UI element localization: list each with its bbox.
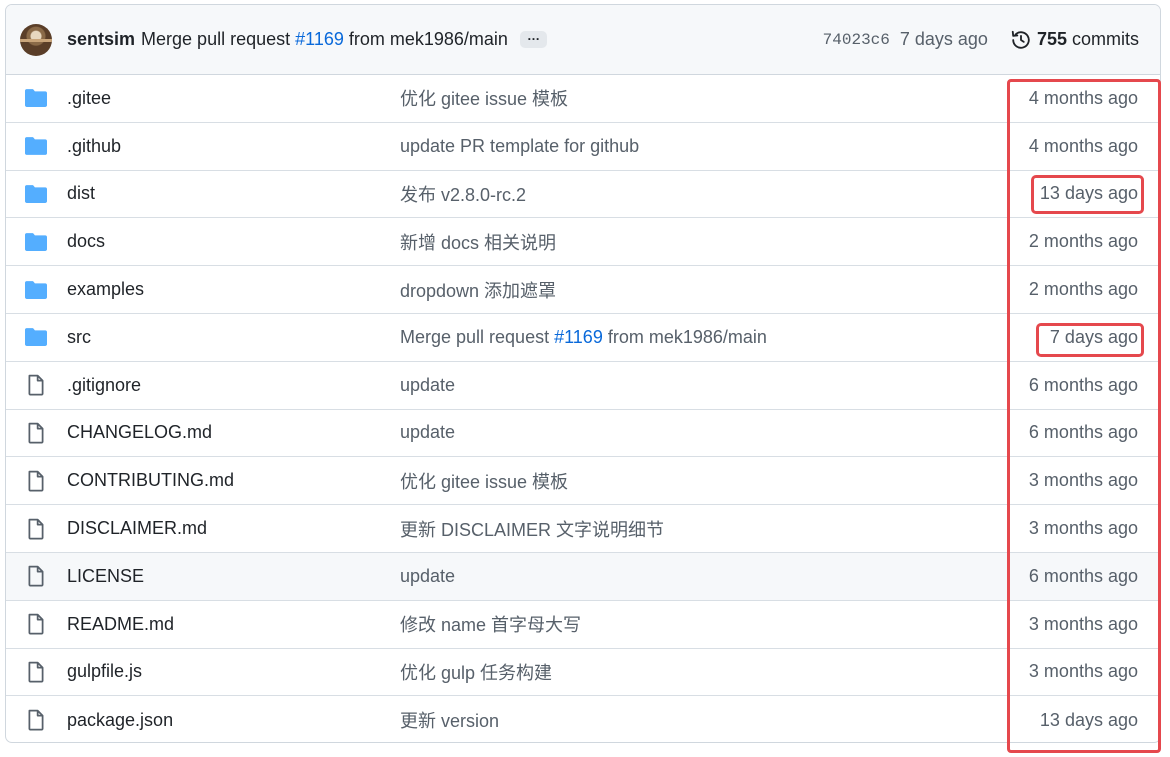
- file-row[interactable]: dist 发布 v2.8.0-rc.2 13 days ago: [6, 171, 1160, 219]
- commit-message-link[interactable]: 更新 version: [400, 707, 499, 733]
- file-name-link[interactable]: docs: [67, 231, 105, 252]
- folder-icon: [25, 326, 47, 348]
- commit-message-link[interactable]: 修改 name 首字母大写: [400, 611, 581, 637]
- commit-message-prefix[interactable]: Merge pull request: [141, 29, 290, 49]
- folder-icon: [25, 279, 47, 301]
- file-name-link[interactable]: CHANGELOG.md: [67, 422, 212, 443]
- file-list: .gitee 优化 gitee issue 模板 4 months ago .gith…: [6, 75, 1160, 742]
- commit-time: 7 days ago: [1049, 326, 1138, 347]
- commit-time: 6 months ago: [1028, 565, 1138, 586]
- commit-time: 3 months ago: [1028, 661, 1138, 682]
- commit-time: 4 months ago: [1028, 87, 1138, 108]
- file-row[interactable]: .gitignore update 6 months ago: [6, 362, 1160, 410]
- file-icon: [25, 518, 47, 540]
- commit-time: 4 months ago: [1028, 135, 1138, 156]
- commit-message-link[interactable]: update PR template for github: [400, 136, 639, 157]
- commit-message-prefix[interactable]: Merge pull request: [400, 327, 549, 347]
- file-icon: [25, 565, 47, 587]
- file-icon: [25, 709, 47, 731]
- file-row[interactable]: .github update PR template for github 4 mo…: [6, 123, 1160, 171]
- file-name-link[interactable]: .gitignore: [67, 375, 141, 396]
- file-name-link[interactable]: dist: [67, 183, 95, 204]
- pr-link[interactable]: #1169: [295, 29, 344, 49]
- file-name-link[interactable]: LICENSE: [67, 566, 144, 587]
- file-row[interactable]: README.md 修改 name 首字母大写 3 months ago: [6, 601, 1160, 649]
- file-row[interactable]: CHANGELOG.md update 6 months ago: [6, 410, 1160, 458]
- file-name-link[interactable]: src: [67, 327, 91, 348]
- commit-history-link[interactable]: 755 commits: [1010, 29, 1139, 51]
- commit-time: 13 days ago: [1039, 709, 1138, 730]
- commit-sha[interactable]: 74023c6: [823, 31, 890, 49]
- commit-message-link[interactable]: 新增 docs 相关说明: [400, 229, 556, 255]
- file-icon: [25, 374, 47, 396]
- commit-time: 6 months ago: [1028, 422, 1138, 443]
- commit-message-link[interactable]: Merge pull request #1169 from mek1986/ma…: [400, 327, 767, 348]
- folder-icon: [25, 87, 47, 109]
- commit-message[interactable]: Merge pull request #1169 from mek1986/ma…: [141, 29, 508, 50]
- commit-time: 3 months ago: [1028, 613, 1138, 634]
- file-name-link[interactable]: gulpfile.js: [67, 661, 142, 682]
- file-row[interactable]: examples dropdown 添加遮罩 2 months ago: [6, 266, 1160, 314]
- commit-message-link[interactable]: 更新 DISCLAIMER 文字说明细节: [400, 516, 664, 542]
- commit-message-link[interactable]: 优化 gulp 任务构建: [400, 659, 552, 685]
- commit-message-link[interactable]: 优化 gitee issue 模板: [400, 468, 568, 494]
- commit-count-label: commits: [1072, 29, 1139, 49]
- folder-icon: [25, 183, 47, 205]
- file-row[interactable]: package.json 更新 version 13 days ago: [6, 696, 1160, 742]
- commit-time: 6 months ago: [1028, 374, 1138, 395]
- commit-time: 3 months ago: [1028, 470, 1138, 491]
- commit-message-suffix[interactable]: from mek1986/main: [608, 327, 767, 347]
- commit-message-link[interactable]: 优化 gitee issue 模板: [400, 85, 568, 111]
- commit-message-link[interactable]: update: [400, 375, 455, 396]
- file-name-link[interactable]: .gitee: [67, 88, 111, 109]
- commit-time: 2 months ago: [1028, 231, 1138, 252]
- file-browser: sentsim Merge pull request #1169 from me…: [5, 4, 1161, 743]
- file-name-link[interactable]: CONTRIBUTING.md: [67, 470, 234, 491]
- commit-time: 13 days ago: [1039, 183, 1138, 204]
- file-name-link[interactable]: examples: [67, 279, 144, 300]
- file-name-link[interactable]: .github: [67, 136, 121, 157]
- history-icon: [1011, 30, 1030, 49]
- commit-time: 2 months ago: [1028, 279, 1138, 300]
- file-name-link[interactable]: README.md: [67, 614, 174, 635]
- folder-icon: [25, 231, 47, 253]
- file-name-link[interactable]: package.json: [67, 710, 173, 731]
- commit-message-link[interactable]: update: [400, 566, 455, 587]
- commit-message-suffix[interactable]: from mek1986/main: [349, 29, 508, 49]
- commit-message-link[interactable]: 发布 v2.8.0-rc.2: [400, 181, 526, 207]
- file-icon: [25, 613, 47, 635]
- commit-count: 755: [1036, 29, 1067, 49]
- file-icon: [25, 661, 47, 683]
- commit-author[interactable]: sentsim: [67, 29, 135, 50]
- latest-commit-bar: sentsim Merge pull request #1169 from me…: [6, 5, 1160, 75]
- folder-icon: [25, 135, 47, 157]
- commit-message-link[interactable]: update: [400, 422, 455, 443]
- avatar[interactable]: [20, 23, 52, 56]
- file-row[interactable]: gulpfile.js 优化 gulp 任务构建 3 months ago: [6, 649, 1160, 697]
- commit-time: 3 months ago: [1028, 518, 1138, 539]
- file-row[interactable]: DISCLAIMER.md 更新 DISCLAIMER 文字说明细节 3 month…: [6, 505, 1160, 553]
- file-row[interactable]: src Merge pull request #1169 from mek1986…: [6, 314, 1160, 362]
- file-icon: [25, 422, 47, 444]
- file-row[interactable]: CONTRIBUTING.md 优化 gitee issue 模板 3 months…: [6, 457, 1160, 506]
- file-row[interactable]: .gitee 优化 gitee issue 模板 4 months ago: [6, 75, 1160, 123]
- pr-link[interactable]: #1169: [554, 327, 603, 347]
- commit-message-link[interactable]: dropdown 添加遮罩: [400, 277, 556, 303]
- commit-time: 7 days ago: [899, 29, 988, 49]
- file-row[interactable]: docs 新增 docs 相关说明 2 months ago: [6, 218, 1160, 267]
- file-icon: [25, 470, 47, 492]
- expand-commit-button[interactable]: …: [519, 29, 547, 48]
- file-row[interactable]: LICENSE update 6 months ago: [6, 552, 1160, 601]
- file-name-link[interactable]: DISCLAIMER.md: [67, 518, 207, 539]
